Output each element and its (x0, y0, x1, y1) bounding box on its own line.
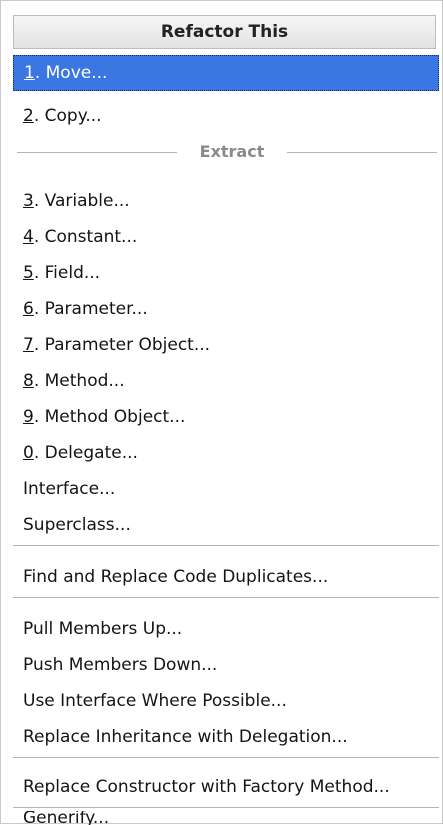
separator-line (17, 152, 177, 153)
menu-item-constant[interactable]: 4. Constant... (13, 219, 439, 255)
menu-item-label: . Parameter Object... (33, 335, 211, 355)
menu-item-replace-inheritance[interactable]: Replace Inheritance with Delegation... (13, 719, 439, 755)
hotkey: 1 (24, 63, 35, 83)
menu-item-label: Replace Inheritance with Delegation... (23, 727, 348, 747)
menu-item-label: . Method Object... (33, 407, 186, 427)
separator-line (287, 152, 437, 153)
menu-item-label: . Delegate... (33, 443, 138, 463)
menu-item-label: . Method... (33, 371, 125, 391)
menu-item-label: . Field... (33, 263, 101, 283)
menu-item-parameter-object[interactable]: 7. Parameter Object... (13, 327, 439, 363)
menu-item-parameter[interactable]: 6. Parameter... (13, 291, 439, 327)
menu-separator (13, 545, 439, 546)
menu-item-label: Use Interface Where Possible... (23, 691, 287, 711)
hotkey: 4 (23, 227, 34, 247)
menu-item-field[interactable]: 5. Field... (13, 255, 439, 291)
menu-item-delegate[interactable]: 0. Delegate... (13, 435, 439, 471)
menu-item-label: Replace Constructor with Factory Method.… (23, 777, 390, 797)
menu-separator (13, 807, 439, 808)
menu-item-label: . Variable... (33, 191, 130, 211)
menu-item-pull-members-up[interactable]: Pull Members Up... (13, 611, 439, 647)
menu-item-generify[interactable]: Generify... (13, 811, 439, 825)
menu-item-label: Interface... (23, 479, 116, 499)
refactor-this-popup: Refactor This 1. Move... 2. Copy... Extr… (0, 0, 443, 825)
menu-item-replace-constructor[interactable]: Replace Constructor with Factory Method.… (13, 769, 439, 805)
menu-item-push-members-down[interactable]: Push Members Down... (13, 647, 439, 683)
menu-separator (13, 757, 439, 758)
hotkey: 2 (23, 106, 34, 126)
menu-item-label: Superclass... (23, 515, 131, 535)
popup-title: Refactor This (13, 15, 436, 49)
menu-item-label: . Move... (34, 63, 108, 83)
hotkey: 6 (23, 299, 34, 319)
menu-item-interface[interactable]: Interface... (13, 471, 439, 507)
hotkey: 8 (23, 371, 34, 391)
menu-item-label: Pull Members Up... (23, 619, 183, 639)
menu-item-label: . Constant... (33, 227, 138, 247)
menu-item-label: . Copy... (33, 106, 102, 126)
hotkey: 0 (23, 443, 34, 463)
hotkey: 5 (23, 263, 34, 283)
extract-group-separator: Extract (13, 135, 439, 169)
menu-item-copy[interactable]: 2. Copy... (13, 98, 439, 134)
menu-item-superclass[interactable]: Superclass... (13, 507, 439, 543)
menu-item-move[interactable]: 1. Move... (13, 55, 439, 91)
menu-item-label: Find and Replace Code Duplicates... (23, 567, 329, 587)
hotkey: 7 (23, 335, 34, 355)
menu-separator (13, 597, 439, 598)
menu-item-method-object[interactable]: 9. Method Object... (13, 399, 439, 435)
menu-item-label: . Parameter... (33, 299, 148, 319)
extract-group-label: Extract (199, 142, 265, 161)
menu-item-method[interactable]: 8. Method... (13, 363, 439, 399)
hotkey: 3 (23, 191, 34, 211)
menu-item-variable[interactable]: 3. Variable... (13, 183, 439, 219)
menu-item-use-interface[interactable]: Use Interface Where Possible... (13, 683, 439, 719)
menu-item-label: Push Members Down... (23, 655, 218, 675)
hotkey: 9 (23, 407, 34, 427)
menu-item-label: Generify... (23, 811, 110, 825)
menu-item-find-replace-duplicates[interactable]: Find and Replace Code Duplicates... (13, 559, 439, 595)
